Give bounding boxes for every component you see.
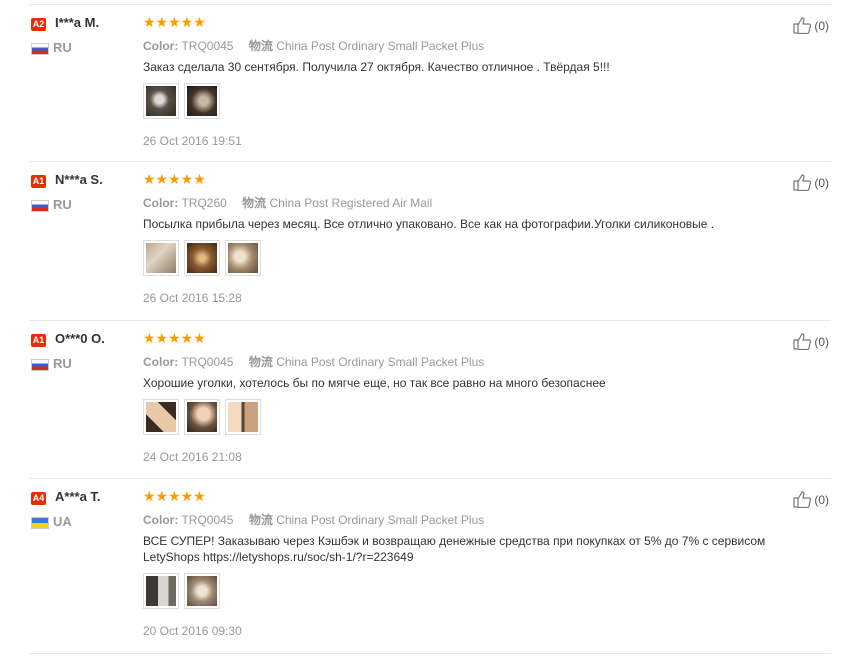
review-item: A1 O***0 O. RU ★★★★★ Color: TRQ0045 物流 C… bbox=[29, 321, 831, 479]
review-photo-thumbnail[interactable] bbox=[184, 573, 220, 609]
helpful-button[interactable]: (0) bbox=[793, 174, 829, 191]
order-info: Color: TRQ0045 物流 China Post Ordinary Sm… bbox=[143, 353, 484, 370]
helpful-count: (0) bbox=[814, 334, 829, 349]
color-label: Color: bbox=[143, 355, 179, 369]
buyer-level-badge: A2 bbox=[31, 18, 46, 31]
helpful-button[interactable]: (0) bbox=[793, 491, 829, 508]
buyer-name: A***a T. bbox=[55, 489, 101, 504]
review-photo-thumbnail[interactable] bbox=[225, 399, 261, 435]
helpful-count: (0) bbox=[814, 492, 829, 507]
review-comment: Хорошие уголки, хотелось бы по мягче еще… bbox=[143, 376, 606, 390]
review-photo-thumbnail[interactable] bbox=[184, 240, 220, 276]
order-info: Color: TRQ0045 物流 China Post Ordinary Sm… bbox=[143, 37, 484, 54]
logistics-value: China Post Ordinary Small Packet Plus bbox=[276, 513, 485, 527]
country-flag-icon bbox=[31, 359, 49, 371]
buyer-level-badge: A1 bbox=[31, 334, 46, 347]
logistics-value: China Post Ordinary Small Packet Plus bbox=[276, 355, 485, 369]
color-label: Color: bbox=[143, 196, 179, 210]
buyer-level-badge: A1 bbox=[31, 175, 46, 188]
country-flag-icon bbox=[31, 43, 49, 55]
color-label: Color: bbox=[143, 39, 179, 53]
thumbs-up-icon bbox=[793, 17, 812, 34]
star-rating: ★★★★★ bbox=[143, 330, 206, 346]
thumbs-up-icon bbox=[793, 333, 812, 350]
logistics-value: China Post Registered Air Mail bbox=[269, 196, 433, 210]
color-value: TRQ260 bbox=[181, 196, 227, 210]
review-photo-thumbnail[interactable] bbox=[225, 240, 261, 276]
buyer-name: N***a S. bbox=[55, 172, 103, 187]
review-date: 26 Oct 2016 19:51 bbox=[143, 134, 242, 148]
review-photos bbox=[143, 573, 220, 609]
review-date: 24 Oct 2016 21:08 bbox=[143, 450, 242, 464]
logistics-value: China Post Ordinary Small Packet Plus bbox=[276, 39, 485, 53]
logistics-label: 物流 bbox=[248, 355, 273, 369]
review-photo-thumbnail[interactable] bbox=[184, 399, 220, 435]
color-value: TRQ0045 bbox=[181, 513, 234, 527]
review-item: A1 N***a S. RU ★★★★★ Color: TRQ260 物流 Ch… bbox=[29, 162, 831, 321]
helpful-count: (0) bbox=[814, 175, 829, 190]
review-date: 20 Oct 2016 09:30 bbox=[143, 624, 242, 638]
thumbs-up-icon bbox=[793, 174, 812, 191]
buyer-name: O***0 O. bbox=[55, 331, 105, 346]
review-item: A2 I***a M. RU ★★★★★ Color: TRQ0045 物流 C… bbox=[29, 4, 831, 162]
order-info: Color: TRQ0045 物流 China Post Ordinary Sm… bbox=[143, 511, 484, 528]
review-photos bbox=[143, 399, 261, 435]
review-date: 26 Oct 2016 15:28 bbox=[143, 291, 242, 305]
review-photo-thumbnail[interactable] bbox=[143, 399, 179, 435]
review-photo-thumbnail[interactable] bbox=[143, 240, 179, 276]
review-item: A4 A***a T. UA ★★★★★ Color: TRQ0045 物流 C… bbox=[29, 479, 831, 654]
logistics-label: 物流 bbox=[242, 196, 267, 210]
review-photo-thumbnail[interactable] bbox=[184, 83, 220, 119]
helpful-button[interactable]: (0) bbox=[793, 333, 829, 350]
country-flag-icon bbox=[31, 517, 49, 529]
buyer-country: RU bbox=[53, 197, 72, 212]
logistics-label: 物流 bbox=[248, 39, 273, 53]
star-rating: ★★★★★ bbox=[143, 488, 206, 504]
review-photos bbox=[143, 83, 220, 119]
helpful-button[interactable]: (0) bbox=[793, 17, 829, 34]
buyer-country: UA bbox=[53, 514, 72, 529]
color-value: TRQ0045 bbox=[181, 39, 234, 53]
thumbs-up-icon bbox=[793, 491, 812, 508]
color-value: TRQ0045 bbox=[181, 355, 234, 369]
review-comment: Заказ сделала 30 сентября. Получила 27 о… bbox=[143, 60, 610, 74]
star-rating: ★★★★★ bbox=[143, 171, 206, 187]
country-flag-icon bbox=[31, 200, 49, 212]
buyer-country: RU bbox=[53, 40, 72, 55]
review-photos bbox=[143, 240, 261, 276]
star-rating: ★★★★★ bbox=[143, 14, 206, 30]
review-comment: ВСЕ СУПЕР! Заказываю через Кэшбэк и возв… bbox=[143, 534, 766, 564]
order-info: Color: TRQ260 物流 China Post Registered A… bbox=[143, 194, 432, 211]
color-label: Color: bbox=[143, 513, 179, 527]
review-comment: Посылка прибыла через месяц. Все отлично… bbox=[143, 217, 715, 231]
review-photo-thumbnail[interactable] bbox=[143, 573, 179, 609]
review-photo-thumbnail[interactable] bbox=[143, 83, 179, 119]
buyer-country: RU bbox=[53, 356, 72, 371]
buyer-level-badge: A4 bbox=[31, 492, 46, 505]
buyer-name: I***a M. bbox=[55, 15, 100, 30]
helpful-count: (0) bbox=[814, 18, 829, 33]
logistics-label: 物流 bbox=[248, 513, 273, 527]
